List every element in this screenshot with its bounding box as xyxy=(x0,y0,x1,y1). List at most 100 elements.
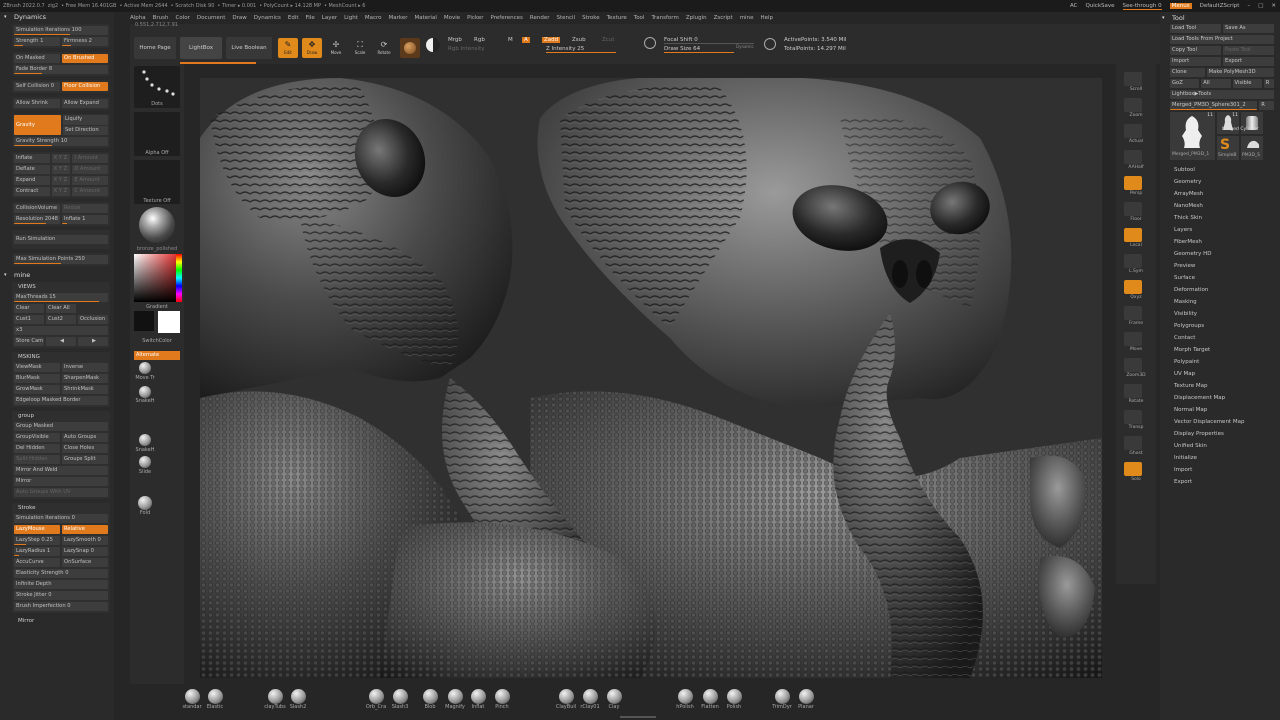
import-button[interactable]: Import xyxy=(1170,57,1221,66)
scale-button[interactable]: ⛶ Scale xyxy=(350,38,370,58)
goz-button[interactable]: GoZ xyxy=(1170,79,1200,88)
shelf-actual-button[interactable] xyxy=(1124,124,1142,138)
visible-button[interactable]: Visible xyxy=(1232,79,1262,88)
blur-mask-button[interactable]: BlurMask xyxy=(14,373,60,383)
draw-size-slider[interactable]: Draw Size 64 xyxy=(664,46,734,53)
tool-menu-fibermesh[interactable]: FiberMesh xyxy=(1174,236,1280,248)
menu-dynamics[interactable]: Dynamics xyxy=(254,15,281,21)
draw-button[interactable]: Draw ✥ xyxy=(302,38,322,58)
tool-menu-import[interactable]: Import xyxy=(1174,464,1280,476)
inflate-amount[interactable]: I Amount xyxy=(72,153,108,163)
contract-amount[interactable]: C Amount xyxy=(72,186,108,196)
auto-groups-uv-button[interactable]: Auto Groups With UV xyxy=(14,487,108,497)
collapse-icon[interactable]: ▾ xyxy=(4,14,7,20)
shelf-scroll-button[interactable] xyxy=(1124,72,1142,86)
tool-menu-nanomesh[interactable]: NanoMesh xyxy=(1174,200,1280,212)
brush-slash2-icon[interactable] xyxy=(291,689,306,704)
close-icon[interactable]: ✕ xyxy=(1271,3,1276,9)
shelf-frame-button[interactable] xyxy=(1124,306,1142,320)
move-tr-brush-icon[interactable] xyxy=(139,362,151,374)
m-button[interactable]: M xyxy=(508,37,513,43)
deflate-axes[interactable]: X Y Z xyxy=(51,164,71,174)
home-page-button[interactable]: Home Page xyxy=(134,37,176,59)
tool-menu-layers[interactable]: Layers xyxy=(1174,224,1280,236)
quicksave-button[interactable]: QuickSave xyxy=(1085,3,1114,9)
fold-brush-icon[interactable] xyxy=(138,496,152,510)
color-toggle-icon[interactable] xyxy=(426,38,440,52)
save-as-button[interactable]: Save As xyxy=(1223,24,1274,33)
lazy-step-slider[interactable]: LazyStep 0.25 xyxy=(14,535,60,545)
brush-planar-icon[interactable] xyxy=(799,689,814,704)
a-button[interactable]: A xyxy=(522,37,530,43)
mirror-button[interactable]: Mirror xyxy=(14,476,108,486)
zadd-button[interactable]: Zadd xyxy=(542,37,561,43)
deflate-button[interactable]: Deflate xyxy=(14,164,50,174)
brush-elastic-icon[interactable] xyxy=(208,689,223,704)
infinite-depth-button[interactable]: Infinite Depth xyxy=(14,579,108,589)
prev-cam-button[interactable]: ◀ xyxy=(46,336,76,346)
brush-imperfection-slider[interactable]: Brush Imperfection 0 xyxy=(14,601,108,611)
paste-tool-button[interactable]: Paste Tool xyxy=(1223,46,1274,55)
tool-menu-preview[interactable]: Preview xyxy=(1174,260,1280,272)
menu-texture[interactable]: Texture xyxy=(607,15,627,21)
tool-menu-uv-map[interactable]: UV Map xyxy=(1174,368,1280,380)
contract-axes[interactable]: X Y Z xyxy=(51,186,71,196)
elasticity-slider[interactable]: Elasticity Strength 0 xyxy=(14,568,108,578)
load-tool-button[interactable]: Load Tool xyxy=(1170,24,1221,33)
on-brushed-button[interactable]: On Brushed xyxy=(62,53,108,63)
expand-button[interactable]: Expand xyxy=(14,175,50,185)
menu-document[interactable]: Document xyxy=(197,15,226,21)
clear-button[interactable]: Clear xyxy=(14,303,44,313)
strength-slider[interactable]: Strength 1 xyxy=(14,36,60,46)
viewport-canvas[interactable] xyxy=(200,78,1102,678)
tool-thumb-simpleb[interactable]: S SimpleB xyxy=(1217,136,1239,160)
menu-material[interactable]: Material xyxy=(415,15,437,21)
resolution-slider[interactable]: Resolution 2048 xyxy=(14,214,60,224)
brush-trimdyr-icon[interactable] xyxy=(775,689,790,704)
menu-color[interactable]: Color xyxy=(176,15,190,21)
tool-menu-displacement-map[interactable]: Displacement Map xyxy=(1174,392,1280,404)
grow-mask-button[interactable]: GrowMask xyxy=(14,384,60,394)
shelf-move-button[interactable] xyxy=(1124,332,1142,346)
fade-border-slider[interactable]: Fade Border 8 xyxy=(14,64,108,74)
liquify-button[interactable]: Liquify xyxy=(63,115,108,125)
lazy-radius-slider[interactable]: LazyRadius 1 xyxy=(14,546,60,556)
menu-macro[interactable]: Macro xyxy=(365,15,382,21)
make-polymesh-button[interactable]: Make PolyMesh3D xyxy=(1206,68,1274,77)
snakeh-brush-icon[interactable] xyxy=(139,386,151,398)
tool-menu-contact[interactable]: Contact xyxy=(1174,332,1280,344)
inverse-button[interactable]: Inverse xyxy=(62,362,108,372)
tool-thumb-main[interactable]: Merged_PM3D_1 11 xyxy=(1170,112,1215,160)
hue-strip[interactable] xyxy=(176,254,182,302)
current-tool-slider[interactable]: Merged_PM3D_Sphere301_2 xyxy=(1170,101,1258,110)
shelf-local-button[interactable] xyxy=(1124,228,1142,242)
expand-amount[interactable]: E Amount xyxy=(72,175,108,185)
alternate-button[interactable]: Alternate xyxy=(134,351,180,360)
z-intensity-slider[interactable]: Z Intensity 25 xyxy=(546,46,616,53)
snakeh2-brush-icon[interactable] xyxy=(139,434,151,446)
set-direction-button[interactable]: Set Direction xyxy=(63,125,108,135)
shelf-l-sym-button[interactable] xyxy=(1124,254,1142,268)
tool-menu-display-properties[interactable]: Display Properties xyxy=(1174,428,1280,440)
contract-button[interactable]: Contract xyxy=(14,186,50,196)
brush-clay-icon[interactable] xyxy=(607,689,622,704)
group-masked-button[interactable]: Group Masked xyxy=(14,421,108,431)
auto-groups-button[interactable]: Auto Groups xyxy=(62,432,108,442)
tool-menu-deformation[interactable]: Deformation xyxy=(1174,284,1280,296)
tool-menu-initialize[interactable]: Initialize xyxy=(1174,452,1280,464)
live-boolean-button[interactable]: Live Boolean xyxy=(226,37,272,59)
clear-all-button[interactable]: Clear All xyxy=(46,303,76,313)
tool-header[interactable]: ▾ Tool xyxy=(1160,12,1280,24)
close-holes-button[interactable]: Close Holes xyxy=(62,443,108,453)
collapse-icon[interactable]: ▾ xyxy=(1162,15,1165,21)
shelf-ghost-button[interactable] xyxy=(1124,436,1142,450)
group-visible-button[interactable]: GroupVisible xyxy=(14,432,60,442)
tool-thumb-pm3d[interactable]: PM3D_S xyxy=(1241,136,1263,160)
edgeloop-button[interactable]: Edgeloop Masked Border xyxy=(14,395,108,405)
all-button[interactable]: All xyxy=(1201,79,1231,88)
max-sim-points-slider[interactable]: Max Simulation Points 250 xyxy=(14,254,108,264)
menu-edit[interactable]: Edit xyxy=(288,15,299,21)
floor-collision-button[interactable]: Floor Collision xyxy=(62,81,108,91)
switch-color-label[interactable]: SwitchColor xyxy=(130,338,184,344)
shelf-qxyz-button[interactable] xyxy=(1124,280,1142,294)
